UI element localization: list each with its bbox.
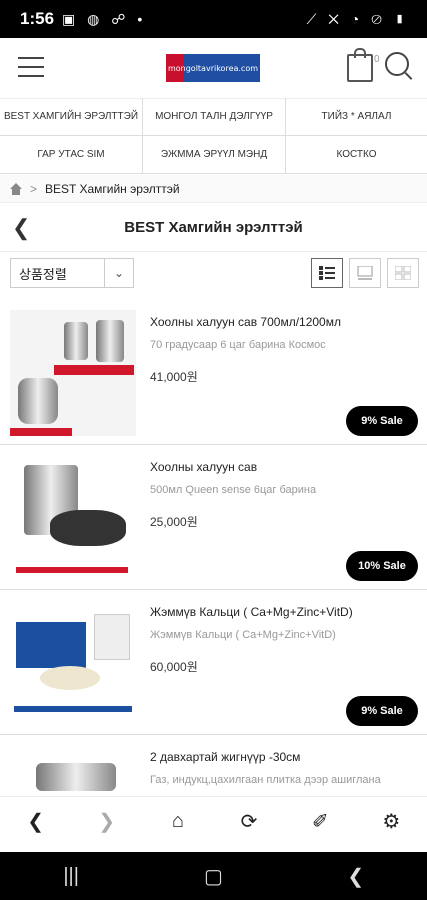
page-title: BEST Хамгийн эрэлттэй [124,218,303,236]
product-desc: 70 градусаар 6 цаг барина Космос [150,339,326,351]
list-view-icon [319,266,335,280]
product-item[interactable]: Жэммүв Кальци ( Ca+Mg+Zinc+VitD) Жэммүв … [0,590,427,735]
status-right-icons: ⟋ ✕ ◔ ⊘ ▮ [306,10,409,27]
category-item[interactable]: BEST ХАМГИЙН ЭРЭЛТТЭЙ [0,98,143,136]
product-name[interactable]: Жэммүв Кальци ( Ca+Mg+Zinc+VitD) [150,605,415,619]
forward-icon[interactable]: ❯ [87,809,127,834]
list-view-button[interactable] [311,258,343,288]
product-image[interactable] [10,455,136,581]
chevron-right-icon: > [30,181,38,196]
grid-view-icon [395,266,411,280]
category-item[interactable]: КОСТКО [286,136,427,174]
system-back-icon[interactable]: ❮ [336,864,376,889]
status-bar: 1:56 ▣ ◍ ☍ • ⟋ ✕ ◔ ⊘ ▮ [0,0,427,38]
home-icon[interactable]: ⌂ [158,810,198,833]
breadcrumb: > BEST Хамгийн эрэлттэй [0,175,427,203]
search-icon[interactable] [385,52,409,76]
back-icon[interactable]: ❮ [16,809,56,834]
product-name[interactable]: Хоолны халуун сав 700мл/1200мл [150,315,415,329]
chevron-down-icon: ⌄ [104,259,133,287]
product-price: 60,000원 [150,660,198,674]
product-image[interactable] [10,310,136,436]
sort-select[interactable]: 상품정렬 ⌄ [10,258,134,288]
home-icon[interactable] [10,182,22,195]
app-header: mongoltavrikorea.com 0 [0,38,427,99]
back-arrow-icon[interactable]: ❮ [12,215,30,241]
sort-selected: 상품정렬 [19,266,67,282]
refresh-icon[interactable]: ⟳ [229,809,269,834]
logo-text: mongoltavrikorea.com [167,63,259,73]
cart-count: 0 [374,54,380,65]
sale-badge: 10% Sale [346,551,418,581]
product-list: Хоолны халуун сав 700мл/1200мл 70 градус… [0,300,427,880]
product-image[interactable] [10,600,136,726]
system-home-icon[interactable]: ▢ [193,864,233,889]
single-view-icon [357,266,373,280]
sale-badge: 9% Sale [346,696,418,726]
product-name[interactable]: 2 давхартай жигнүүр -30см [150,750,415,764]
page-title-bar: ❮ BEST Хамгийн эрэлттэй [0,203,427,252]
cart-icon[interactable] [347,48,373,82]
product-price: 41,000원 [150,370,198,384]
product-price: 25,000원 [150,515,198,529]
category-item[interactable]: МОНГОЛ ТАЛН ДЭЛГҮҮР [143,98,286,136]
product-desc: Жэммүв Кальци ( Ca+Mg+Zinc+VitD) [150,629,336,641]
product-name[interactable]: Хоолны халуун сав [150,460,415,474]
sort-row: 상품정렬 ⌄ [0,258,427,290]
share-icon[interactable]: ✐ [300,809,340,834]
product-item[interactable]: Хоолны халуун сав 500мл Queen sense 6цаг… [0,445,427,590]
category-grid: BEST ХАМГИЙН ЭРЭЛТТЭЙ МОНГОЛ ТАЛН ДЭЛГҮҮ… [0,98,427,174]
single-view-button[interactable] [349,258,381,288]
product-item[interactable]: Хоолны халуун сав 700мл/1200мл 70 градус… [0,300,427,445]
breadcrumb-current[interactable]: BEST Хамгийн эрэлттэй [45,182,180,196]
menu-icon[interactable] [18,57,44,77]
site-logo[interactable]: mongoltavrikorea.com [166,54,260,82]
grid-view-button[interactable] [387,258,419,288]
sale-badge: 9% Sale [346,406,418,436]
product-desc: 500мл Queen sense 6цаг барина [150,484,317,496]
status-time: 1:56 [20,9,55,28]
system-nav-bar: ||| ▢ ❮ [0,852,427,900]
product-desc: Газ, индукц,цахилгаан плитка дээр ашигла… [150,774,381,786]
browser-toolbar: ❮ ❯ ⌂ ⟳ ✐ ⚙ [0,796,427,845]
category-item[interactable]: ГАР УТАС SIM [0,136,143,174]
status-left-icons: ▣ ◍ ☍ • [62,10,147,27]
recent-apps-icon[interactable]: ||| [51,865,91,888]
gear-icon[interactable]: ⚙ [371,809,411,834]
category-item[interactable]: ТИЙЗ * АЯЛАЛ [286,98,427,136]
category-item[interactable]: ЭЖММА ЭРҮҮЛ МЭНД [143,136,286,174]
